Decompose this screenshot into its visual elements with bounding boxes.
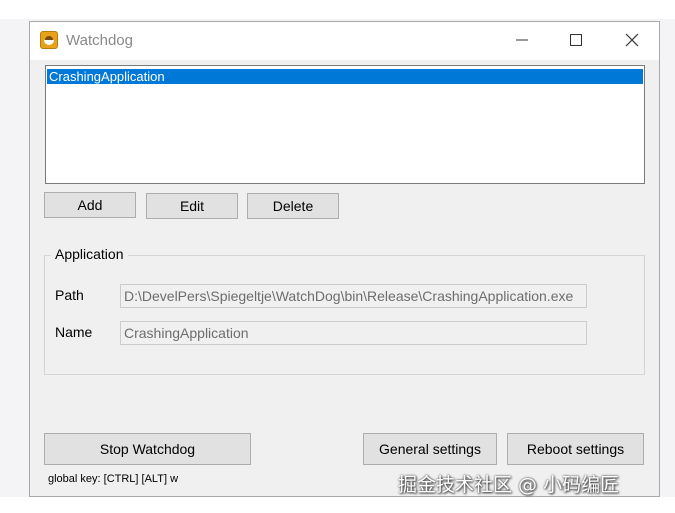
watchdog-window: Watchdog CrashingApplication Add Edit De… <box>29 21 660 497</box>
maximize-button[interactable] <box>553 22 599 58</box>
minimize-icon <box>516 39 528 41</box>
edit-button[interactable]: Edit <box>146 193 238 219</box>
stop-watchdog-button[interactable]: Stop Watchdog <box>44 433 251 465</box>
general-settings-button[interactable]: General settings <box>363 433 497 465</box>
watermark-text: 掘金技术社区 @ 小码编匠 <box>398 474 620 496</box>
name-label: Name <box>55 324 93 340</box>
applications-list[interactable]: CrashingApplication <box>45 65 645 184</box>
title-bar[interactable]: Watchdog <box>30 22 659 60</box>
path-field[interactable]: D:\DevelPers\Spiegeltje\WatchDog\bin\Rel… <box>120 284 587 308</box>
close-icon <box>625 33 639 47</box>
minimize-button[interactable] <box>499 22 545 58</box>
global-hotkey-text: global key: [CTRL] [ALT] w <box>48 473 179 485</box>
page-background-bottom <box>0 497 675 513</box>
page-background-top <box>0 0 675 19</box>
application-group-legend: Application <box>51 246 128 262</box>
close-button[interactable] <box>609 22 655 58</box>
list-item[interactable]: CrashingApplication <box>47 69 643 84</box>
name-field[interactable]: CrashingApplication <box>120 321 587 345</box>
path-label: Path <box>55 287 84 303</box>
add-button[interactable]: Add <box>44 192 136 218</box>
window-title: Watchdog <box>66 32 133 49</box>
app-watchdog-icon <box>40 31 58 49</box>
delete-button[interactable]: Delete <box>247 193 339 219</box>
maximize-icon <box>570 34 582 46</box>
application-groupbox: Application Path D:\DevelPers\Spiegeltje… <box>44 246 645 375</box>
reboot-settings-button[interactable]: Reboot settings <box>507 433 644 465</box>
